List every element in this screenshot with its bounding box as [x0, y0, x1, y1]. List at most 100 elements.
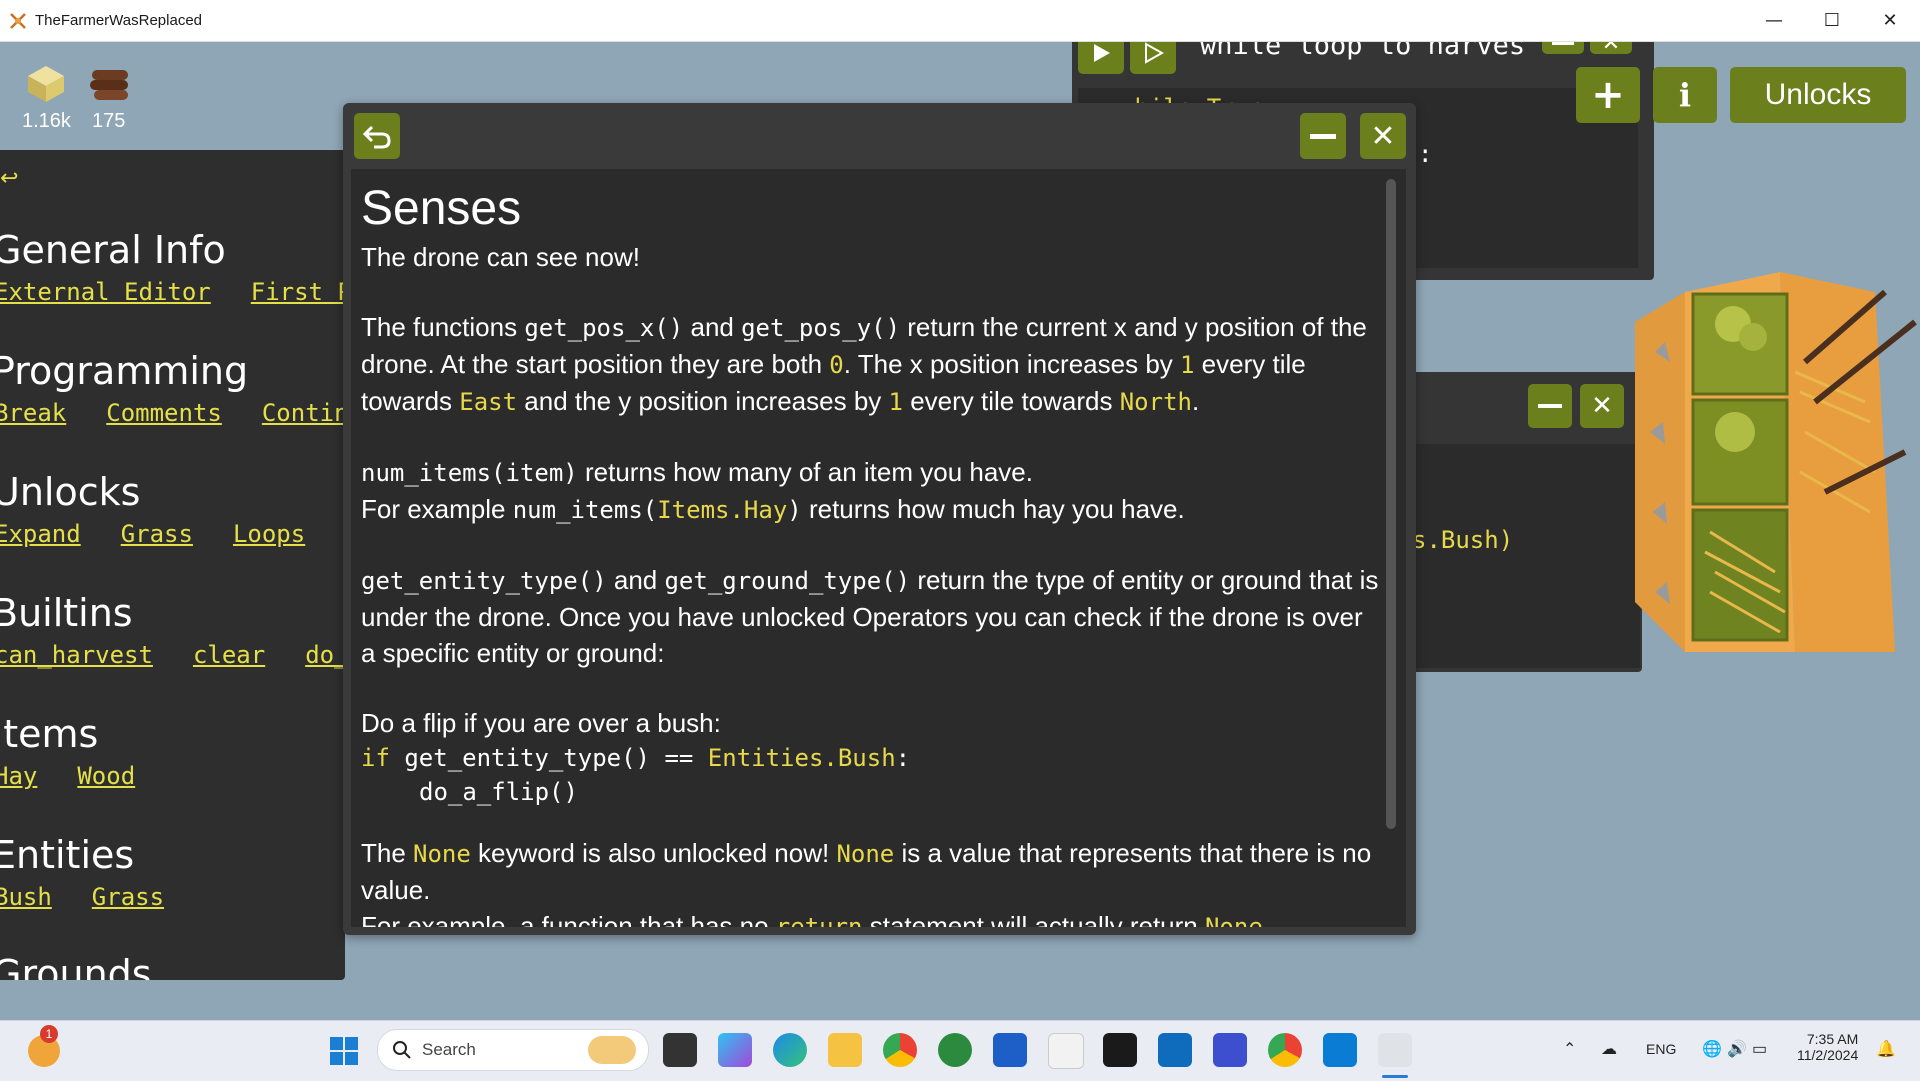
minus-icon: [1552, 42, 1574, 45]
doc-link[interactable]: External Editor: [0, 278, 211, 306]
itunes-icon[interactable]: [1048, 1033, 1084, 1069]
bell-icon[interactable]: 🔔: [1876, 1039, 1896, 1059]
minus-icon: [1310, 133, 1336, 139]
maximize-button[interactable]: ☐: [1803, 0, 1861, 41]
add-window-button[interactable]: +: [1576, 67, 1640, 123]
active-indicator: [1382, 1075, 1408, 1078]
doc-paragraph-none: The None keyword is also unlocked now! N…: [361, 838, 1372, 927]
section-title: Builtins: [0, 591, 133, 635]
task-view-icon[interactable]: [663, 1033, 697, 1067]
copilot-icon[interactable]: [718, 1033, 752, 1067]
start-icon[interactable]: [328, 1035, 360, 1067]
doc-link[interactable]: clear: [193, 641, 265, 669]
window-title: TheFarmerWasReplaced: [35, 12, 202, 29]
live-icon[interactable]: [1103, 1033, 1137, 1067]
doc-link[interactable]: Grass: [121, 520, 193, 548]
section-links: ExpandGrassLoopsP: [0, 520, 345, 548]
unlocks-label: Unlocks: [1764, 78, 1872, 111]
code-mid-minimize-button[interactable]: [1528, 384, 1572, 428]
notification-badge: 1: [40, 1025, 58, 1043]
section-links: External Editor First P: [0, 278, 345, 306]
code-get-pos-y: get_pos_y(): [741, 314, 901, 342]
section-links: Bush Grass: [0, 883, 204, 911]
app-icon[interactable]: [1213, 1033, 1247, 1067]
scrollbar[interactable]: [1386, 179, 1396, 829]
close-window-button[interactable]: ✕: [1861, 0, 1919, 41]
doc-link[interactable]: do_: [305, 641, 345, 669]
vscode-icon[interactable]: [1323, 1033, 1357, 1067]
close-icon: ✕: [1601, 42, 1621, 56]
play-outline-icon: [1145, 42, 1164, 64]
hay-icon: [28, 66, 64, 102]
app-icon: [10, 12, 26, 29]
code-close-button[interactable]: ✕: [1590, 42, 1632, 56]
info-button[interactable]: i: [1653, 67, 1717, 123]
doc-paragraph-entity: get_entity_type() and get_ground_type() …: [361, 565, 1379, 668]
language-indicator[interactable]: ENG: [1646, 1041, 1676, 1057]
date: 11/2/2024: [1797, 1047, 1859, 1063]
app-icon[interactable]: [938, 1033, 972, 1067]
search-box[interactable]: Search: [377, 1029, 649, 1071]
doc-link[interactable]: can_harvest: [0, 641, 153, 669]
code-get-pos-x: get_pos_x(): [524, 314, 684, 342]
clock[interactable]: 7:35 AM 11/2/2024: [1797, 1031, 1858, 1063]
game-taskbar-icon[interactable]: [1378, 1033, 1412, 1067]
chrome-icon[interactable]: [883, 1033, 917, 1067]
chrome-profile-icon[interactable]: [1268, 1033, 1302, 1067]
doc-link[interactable]: Hay: [0, 762, 37, 790]
close-icon: ✕: [1882, 10, 1898, 31]
edge-icon[interactable]: [773, 1033, 807, 1067]
doc-paragraph-flip: Do a flip if you are over a bush:: [361, 708, 721, 738]
code-minimize-button[interactable]: [1542, 42, 1584, 54]
doc-close-button[interactable]: ✕: [1360, 113, 1406, 159]
code-window-title[interactable]: while loop to harves: [1200, 42, 1525, 61]
wood-icon: [90, 70, 128, 100]
info-icon: i: [1678, 76, 1692, 114]
minimize-button[interactable]: —: [1745, 0, 1803, 41]
doc-link[interactable]: Grass: [92, 883, 164, 911]
network-icon[interactable]: ☁: [1601, 1039, 1617, 1059]
resource-hay: 1.16k: [22, 60, 71, 133]
doc-link[interactable]: Wood: [77, 762, 135, 790]
code-window-mid[interactable]: ✕ s.Bush): [1400, 372, 1642, 672]
doc-minimize-button[interactable]: [1300, 113, 1346, 159]
code-editor-mid[interactable]: s.Bush): [1400, 444, 1640, 668]
doc-link[interactable]: Contin: [262, 399, 345, 427]
section-title: Grounds: [0, 952, 152, 980]
minimize-icon: —: [1765, 10, 1783, 31]
search-icon: [393, 1041, 411, 1059]
section-title: General Info: [0, 228, 226, 272]
code-fragment[interactable]: :: [1418, 140, 1432, 168]
doc-body: Senses The drone can see now! The functi…: [351, 169, 1406, 927]
close-icon: ✕: [1591, 391, 1613, 421]
battery-icon[interactable]: ▭: [1752, 1039, 1767, 1059]
outlook-icon[interactable]: [1158, 1033, 1192, 1067]
volume-icon[interactable]: 🔊: [1727, 1039, 1747, 1059]
store-icon[interactable]: [993, 1033, 1027, 1067]
wood-count: 175: [92, 110, 126, 132]
step-button[interactable]: [1130, 42, 1176, 74]
run-button[interactable]: [1078, 42, 1124, 74]
code-fragment-mid[interactable]: s.Bush): [1412, 526, 1513, 554]
doc-link[interactable]: Bush: [0, 883, 52, 911]
time: 7:35 AM: [1806, 1031, 1859, 1047]
undo-arrow-icon: [362, 125, 391, 149]
unlocks-button[interactable]: Unlocks: [1730, 67, 1906, 123]
doc-link[interactable]: Break: [0, 399, 66, 427]
app-icon[interactable]: [1433, 1033, 1467, 1067]
doc-link[interactable]: Loops: [233, 520, 305, 548]
globe-icon[interactable]: 🌐: [1702, 1039, 1722, 1059]
doc-link[interactable]: Comments: [106, 399, 222, 427]
doc-link[interactable]: Expand: [0, 520, 81, 548]
section-title: Programming: [0, 349, 249, 393]
file-explorer-icon[interactable]: [828, 1033, 862, 1067]
senses-doc-window[interactable]: ✕ Senses The drone can see now! The func…: [343, 103, 1416, 935]
back-icon[interactable]: ↩: [0, 166, 20, 191]
search-placeholder: Search: [422, 1040, 476, 1059]
chevron-up-icon[interactable]: ⌃: [1563, 1039, 1576, 1059]
hay-count: 1.16k: [22, 110, 71, 132]
back-button[interactable]: [354, 113, 400, 159]
section-links: Break Comments Contin: [0, 399, 345, 427]
doc-link[interactable]: First P: [251, 278, 345, 306]
doc-content: Senses The drone can see now! The functi…: [361, 169, 1381, 927]
